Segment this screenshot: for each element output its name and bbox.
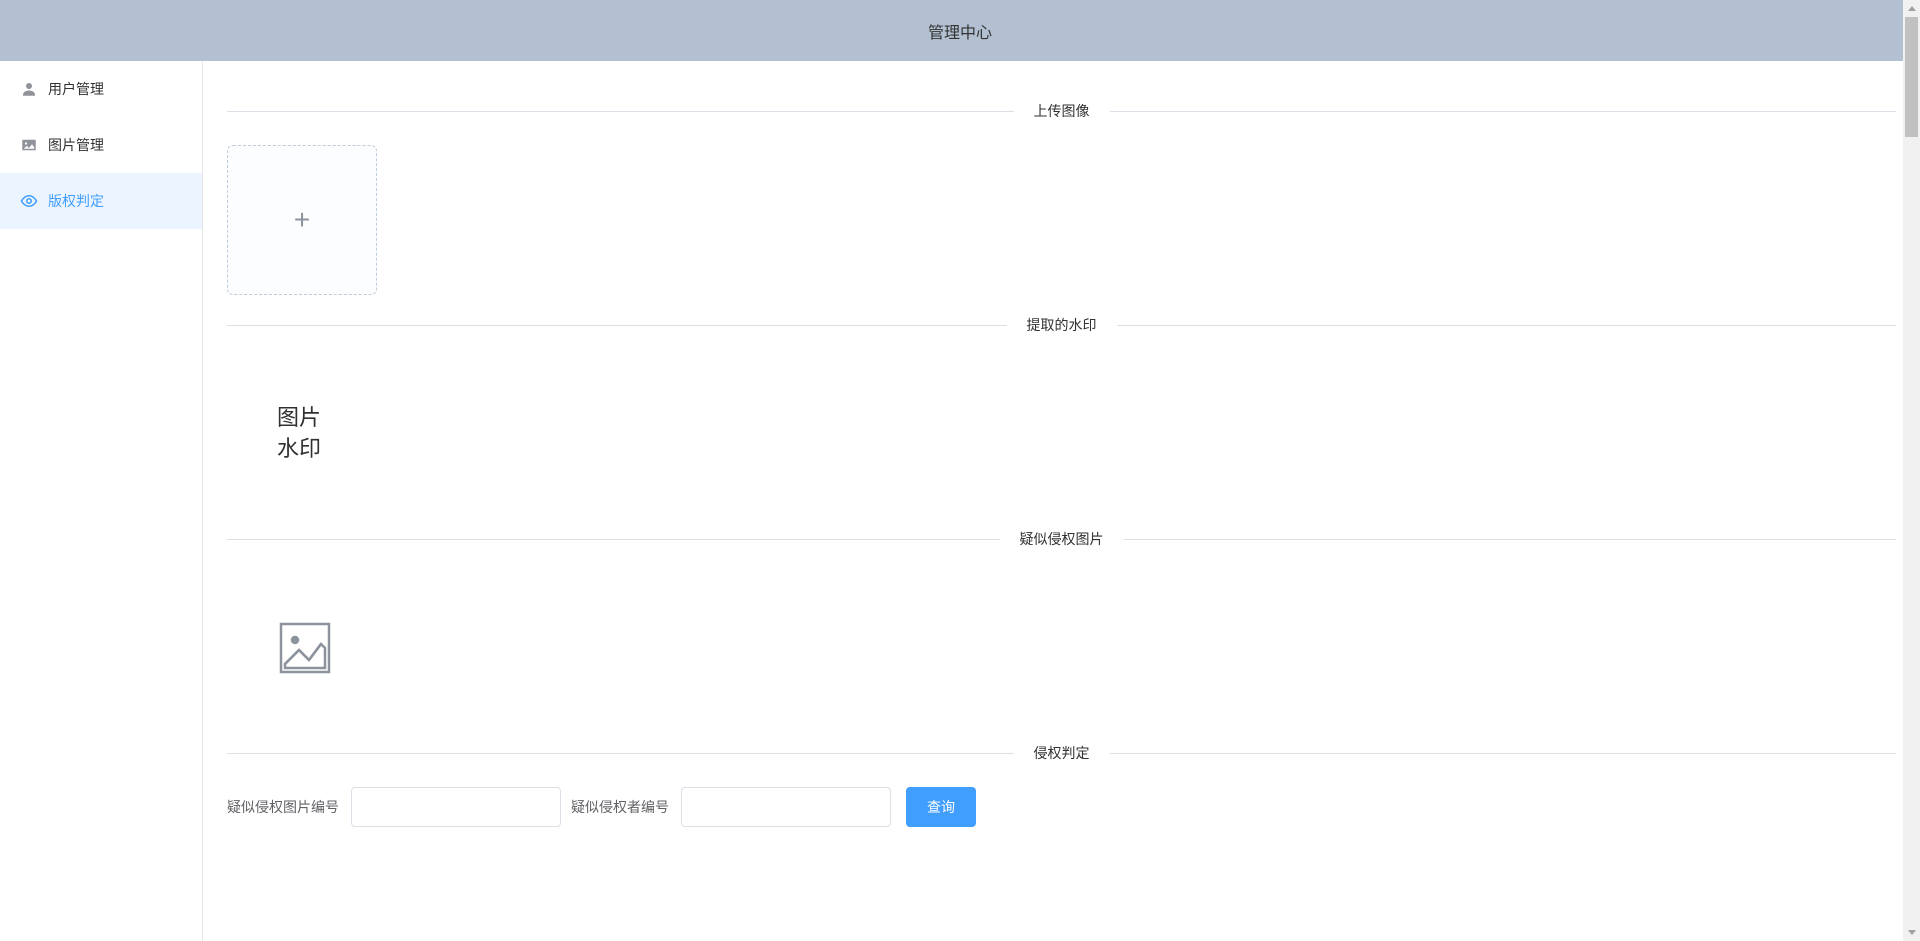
sidebar-item-image-management[interactable]: 图片管理 [0, 117, 202, 173]
sidebar-item-user-management[interactable]: 用户管理 [0, 61, 202, 117]
suspected-user-id-input[interactable] [681, 787, 891, 827]
upload-image-button[interactable]: + [227, 145, 377, 295]
suspected-user-id-label: 疑似侵权者编号 [571, 797, 669, 817]
suspected-image-id-label: 疑似侵权图片编号 [227, 797, 339, 817]
query-button[interactable]: 查询 [906, 787, 976, 827]
eye-icon [20, 192, 38, 210]
sidebar: 用户管理 图片管理 [0, 61, 203, 941]
suspected-section [227, 573, 1896, 723]
watermark-result: 图片 水印 [277, 403, 321, 465]
judgment-form: 疑似侵权图片编号 疑似侵权者编号 查询 [227, 787, 1896, 827]
main-content: 上传图像 + 提取的水印 图片 水印 疑似侵权图片 [203, 61, 1920, 941]
scrollbar[interactable] [1903, 0, 1920, 941]
section-title-watermark: 提取的水印 [1007, 315, 1117, 335]
section-divider-upload: 上传图像 [227, 101, 1896, 121]
header: 管理中心 [0, 0, 1920, 61]
suspected-image-placeholder [277, 620, 333, 676]
section-divider-suspected: 疑似侵权图片 [227, 529, 1896, 549]
upload-section: + [227, 145, 1896, 295]
section-divider-watermark: 提取的水印 [227, 315, 1896, 335]
section-title-suspected: 疑似侵权图片 [1000, 529, 1124, 549]
section-divider-judgment: 侵权判定 [227, 743, 1896, 763]
scrollbar-up-arrow[interactable] [1903, 0, 1920, 17]
watermark-section: 图片 水印 [227, 359, 1896, 509]
watermark-line1: 图片 [277, 403, 321, 434]
section-title-upload: 上传图像 [1014, 101, 1110, 121]
page-title: 管理中心 [928, 19, 992, 43]
scrollbar-down-arrow[interactable] [1903, 924, 1920, 941]
watermark-line2: 水印 [277, 434, 321, 465]
scrollbar-thumb[interactable] [1905, 17, 1918, 137]
suspected-image-id-input[interactable] [351, 787, 561, 827]
sidebar-item-label: 用户管理 [48, 79, 104, 99]
sidebar-item-label: 版权判定 [48, 191, 104, 211]
plus-icon: + [294, 204, 310, 236]
user-icon [20, 80, 38, 98]
sidebar-item-label: 图片管理 [48, 135, 104, 155]
section-title-judgment: 侵权判定 [1014, 743, 1110, 763]
image-icon [20, 136, 38, 154]
sidebar-item-copyright-judgment[interactable]: 版权判定 [0, 173, 202, 229]
